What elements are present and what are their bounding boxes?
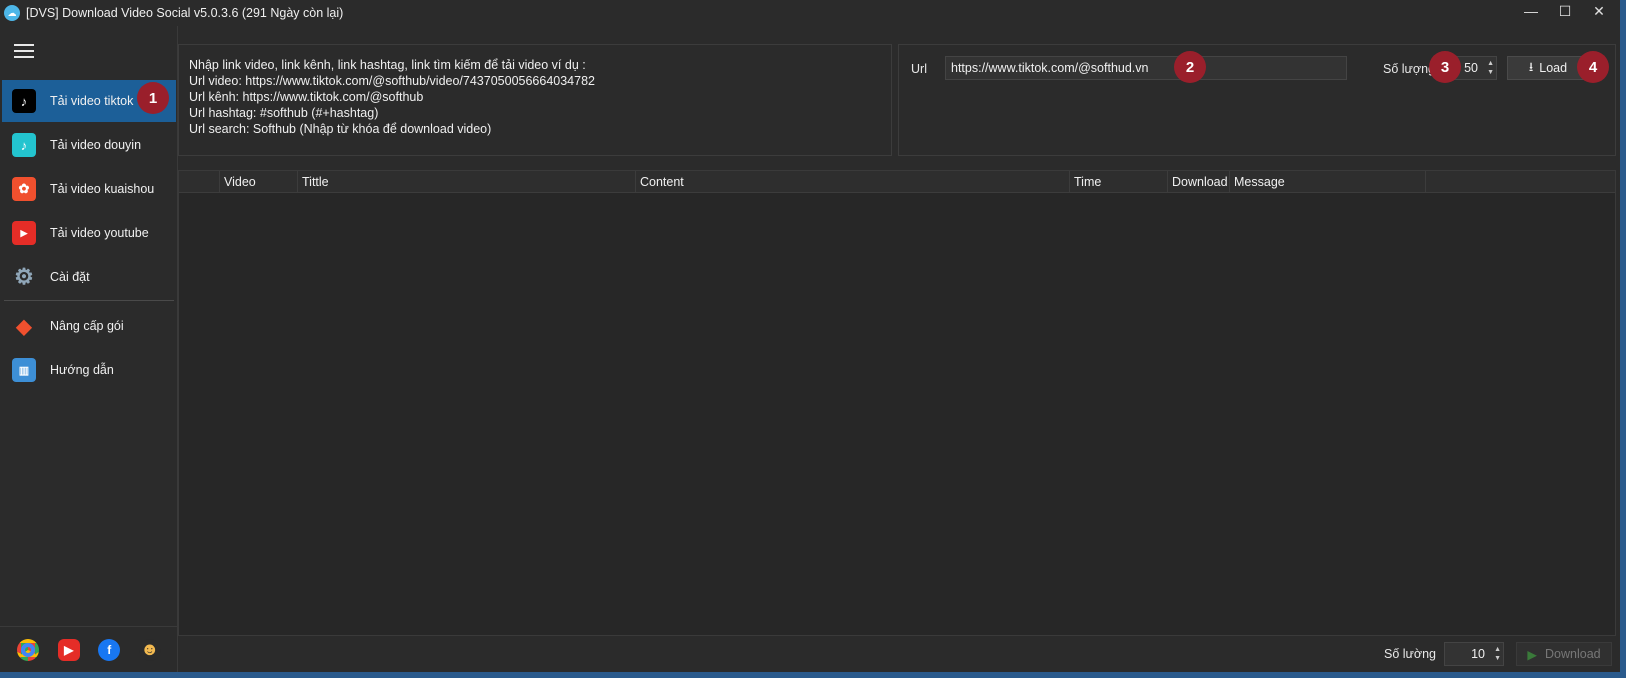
column-header-message[interactable]: Message: [1229, 171, 1425, 193]
gear-icon: ⚙: [14, 264, 34, 289]
column-header-video[interactable]: Video: [219, 171, 297, 193]
spinner-arrows-icon[interactable]: ▲ ▼: [1487, 59, 1494, 77]
video-table: Video Tittle Content Time Download Messa…: [178, 170, 1616, 636]
app-logo-icon: ☁: [4, 5, 20, 21]
sidebar-item-douyin[interactable]: ♪ Tải video douyin: [2, 124, 176, 166]
footer-quantity-label: Số lường: [1384, 647, 1437, 661]
close-button[interactable]: ✕: [1584, 0, 1614, 22]
column-header-select[interactable]: [179, 171, 219, 193]
tiktok-icon: ♪: [12, 89, 36, 113]
quantity-value: 50: [1464, 61, 1478, 75]
load-button-label: Load: [1539, 61, 1568, 75]
instructions-panel: Nhập link video, link kênh, link hashtag…: [178, 44, 892, 156]
sidebar-item-kuaishou[interactable]: ✿ Tải video kuaishou: [2, 168, 176, 210]
sidebar-item-label: Tải video douyin: [50, 138, 142, 152]
sidebar-footer: ▶ f ☻: [0, 626, 178, 672]
footer-bar: Số lường 10 ▲ ▼ ▶ Download: [178, 637, 1620, 672]
step-badge-4: 4: [1577, 51, 1609, 83]
sidebar-item-guide[interactable]: ▥ Hướng dẫn: [2, 349, 176, 391]
guide-icon: ▥: [12, 358, 36, 382]
table-header: Video Tittle Content Time Download Messa…: [179, 171, 1615, 193]
sidebar-item-label: Tải video kuaishou: [50, 182, 155, 196]
url-label: Url: [911, 62, 927, 76]
maximize-button[interactable]: ☐: [1550, 0, 1580, 22]
footer-quantity-value: 10: [1471, 647, 1485, 661]
facebook-icon[interactable]: f: [98, 638, 121, 661]
footer-quantity-stepper[interactable]: 10 ▲ ▼: [1444, 642, 1504, 666]
sidebar-item-label: Hướng dẫn: [50, 363, 114, 377]
instruction-line: Nhập link video, link kênh, link hashtag…: [189, 58, 586, 72]
sidebar-item-youtube[interactable]: ▶ Tải video youtube: [2, 212, 176, 254]
quantity-label: Số lượng: [1383, 62, 1436, 76]
url-panel: Url https://www.tiktok.com/@softhud.vn S…: [898, 44, 1616, 156]
column-header-title[interactable]: Tittle: [297, 171, 635, 193]
sidebar-item-upgrade[interactable]: ◆ Nâng cấp gói: [2, 305, 176, 347]
sidebar-item-label: Tải video tiktok: [50, 94, 134, 108]
sidebar-item-label: Nâng cấp gói: [50, 319, 124, 333]
title-bar: ☁ [DVS] Download Video Social v5.0.3.6 (…: [0, 0, 1620, 26]
sidebar-item-label: Cài đặt: [50, 270, 90, 284]
instruction-line: Url video: https://www.tiktok.com/@softh…: [189, 74, 595, 88]
douyin-icon: ♪: [12, 133, 36, 157]
instruction-line: Url kênh: https://www.tiktok.com/@softhu…: [189, 90, 424, 104]
url-input[interactable]: https://www.tiktok.com/@softhud.vn: [945, 56, 1347, 80]
kuaishou-icon: ✿: [12, 177, 36, 201]
window-title: [DVS] Download Video Social v5.0.3.6 (29…: [26, 6, 344, 20]
step-badge-1: 1: [137, 82, 169, 114]
support-agent-icon[interactable]: ☻: [138, 638, 161, 661]
step-badge-3: 3: [1429, 51, 1461, 83]
youtube-icon: ▶: [12, 221, 36, 245]
sidebar-item-label: Tải video youtube: [50, 226, 149, 240]
instruction-line: Url hashtag: #softhub (#+hashtag): [189, 106, 379, 120]
chrome-icon[interactable]: [17, 638, 40, 661]
tag-icon: ◆: [16, 315, 32, 338]
download-button[interactable]: ▶ Download: [1516, 642, 1612, 666]
minimize-button[interactable]: —: [1516, 0, 1546, 22]
download-arrow-icon: ⭳: [1528, 59, 1534, 74]
hamburger-menu-icon[interactable]: [14, 44, 34, 62]
app-window: ☁ [DVS] Download Video Social v5.0.3.6 (…: [0, 0, 1620, 672]
column-header-download[interactable]: Download: [1167, 171, 1229, 193]
sidebar-divider: [4, 300, 174, 301]
download-button-label: Download: [1545, 647, 1601, 661]
column-header-time[interactable]: Time: [1069, 171, 1167, 193]
youtube-shorts-icon[interactable]: ▶: [57, 638, 80, 661]
sidebar-item-settings[interactable]: ⚙ Cài đặt: [2, 256, 176, 298]
column-header-spacer: [1425, 171, 1615, 193]
play-icon: ▶: [1527, 647, 1538, 662]
sidebar: ♪ Tải video tiktok ♪ Tải video douyin ✿ …: [0, 26, 178, 672]
step-badge-2: 2: [1174, 51, 1206, 83]
column-header-content[interactable]: Content: [635, 171, 1069, 193]
instruction-line: Url search: Softhub (Nhập từ khóa để dow…: [189, 122, 492, 136]
spinner-arrows-icon[interactable]: ▲ ▼: [1494, 645, 1501, 663]
